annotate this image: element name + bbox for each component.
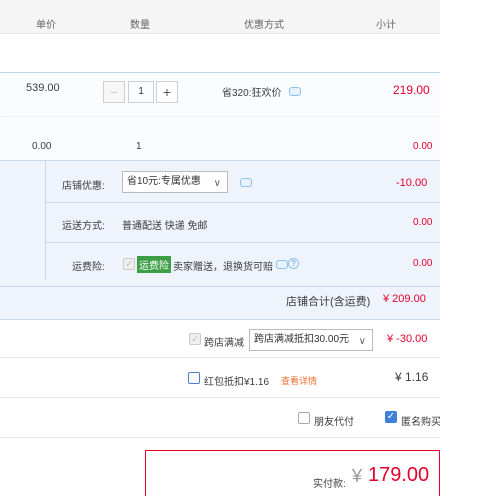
subitem-quantity: 1	[136, 141, 142, 152]
decrease-button[interactable]: −	[103, 81, 125, 103]
header-subtotal: 小计	[376, 20, 396, 31]
anonymous-label: 匿名购买	[401, 417, 440, 428]
shop-discount-select[interactable]: 省10元:专属优惠 ∨	[122, 171, 228, 193]
insurance-label: 运费险:	[72, 262, 105, 273]
red-packet-details-link[interactable]: 查看详情	[281, 374, 317, 387]
header-unit-price: 单价	[36, 20, 56, 31]
shop-divider	[46, 242, 440, 243]
anonymous-checkbox[interactable]: ✓	[385, 411, 397, 423]
quantity-input[interactable]: 1	[128, 81, 154, 103]
shipping-method: 普通配送 快递 免邮	[122, 221, 208, 232]
red-packet-label: 红包抵扣¥1.16	[204, 377, 270, 388]
cross-store-amount: ¥ -30.00	[387, 333, 428, 345]
subitem-subtotal: 0.00	[413, 141, 433, 152]
cross-store-select[interactable]: 跨店满减抵扣30.00元 ∨	[249, 329, 373, 351]
shop-total-row	[0, 286, 440, 320]
shop-total-label: 店铺合计(含运费)	[286, 296, 371, 308]
insurance-checkbox[interactable]: ✓	[123, 258, 135, 270]
friend-pay-label: 朋友代付	[314, 417, 354, 428]
chevron-down-icon: ∨	[213, 178, 221, 189]
help-icon[interactable]: ?	[288, 258, 299, 269]
shop-total-amount: ¥ 209.00	[383, 293, 426, 305]
shop-discount-label: 店铺优惠:	[62, 181, 105, 192]
insurance-amount: 0.00	[413, 258, 433, 269]
item-discount-text: 省320:狂欢价	[222, 88, 282, 99]
chat-icon[interactable]	[289, 87, 301, 96]
red-packet-amount: ¥ 1.16	[395, 370, 429, 384]
red-packet-checkbox[interactable]	[188, 372, 200, 384]
table-header: 单价 数量 优惠方式 小计	[0, 0, 440, 34]
divider	[0, 397, 440, 398]
shop-left-divider	[45, 160, 46, 280]
friend-pay-checkbox[interactable]	[298, 412, 310, 424]
quantity-stepper[interactable]: − 1 +	[103, 81, 178, 103]
shop-divider	[46, 202, 440, 203]
shipping-amount: 0.00	[413, 217, 433, 228]
insurance-text: 卖家赠送，退换货可赔	[173, 262, 273, 273]
chevron-down-icon: ∨	[358, 336, 366, 347]
chat-icon[interactable]	[240, 178, 252, 187]
item-separator	[0, 116, 440, 117]
chat-icon[interactable]	[276, 260, 288, 269]
subitem-unit-price: 0.00	[32, 141, 52, 152]
cross-store-checkbox[interactable]: ✓	[189, 333, 201, 345]
shop-discount-amount: -10.00	[396, 177, 428, 189]
insurance-tag: 运费险	[137, 256, 171, 273]
divider	[0, 357, 440, 358]
divider	[0, 437, 440, 438]
cross-store-label: 跨店满减	[204, 338, 244, 349]
payment-label: 实付款:	[313, 479, 346, 490]
payment-amount: 179.00	[368, 464, 430, 486]
shipping-label: 运送方式:	[62, 221, 105, 232]
item-unit-price: 539.00	[26, 82, 60, 94]
header-quantity: 数量	[130, 20, 150, 31]
item-subtotal: 219.00	[393, 83, 430, 97]
currency-symbol: ¥	[352, 466, 363, 486]
increase-button[interactable]: +	[156, 81, 178, 103]
header-discount: 优惠方式	[244, 20, 284, 31]
